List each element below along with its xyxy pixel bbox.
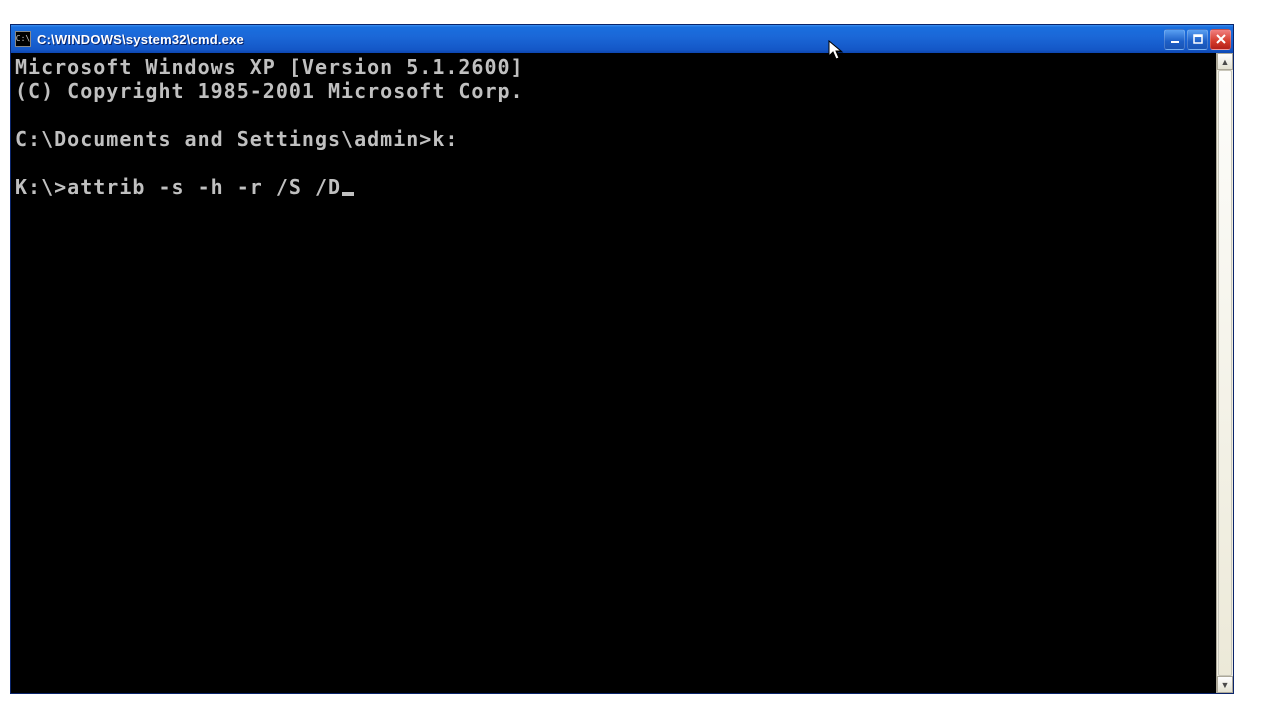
cmd-icon: C:\ [15, 31, 31, 47]
terminal-line: C:\Documents and Settings\admin>k: [15, 127, 1212, 151]
maximize-icon [1192, 33, 1204, 45]
close-button[interactable] [1210, 29, 1231, 50]
scroll-down-button[interactable]: ▼ [1217, 676, 1233, 693]
minimize-button[interactable] [1164, 29, 1185, 50]
minimize-icon [1169, 33, 1181, 45]
terminal-line: K:\>attrib -s -h -r /S /D [15, 175, 1212, 199]
client-area: Microsoft Windows XP [Version 5.1.2600](… [11, 53, 1233, 693]
window-title: C:\WINDOWS\system32\cmd.exe [37, 32, 1164, 47]
terminal-line: Microsoft Windows XP [Version 5.1.2600] [15, 55, 1212, 79]
maximize-button[interactable] [1187, 29, 1208, 50]
terminal-line [15, 103, 1212, 127]
scroll-up-button[interactable]: ▲ [1217, 53, 1233, 70]
terminal-line [15, 151, 1212, 175]
terminal-line: (C) Copyright 1985-2001 Microsoft Corp. [15, 79, 1212, 103]
vertical-scrollbar[interactable]: ▲ ▼ [1216, 53, 1233, 693]
cmd-window: C:\ C:\WINDOWS\system32\cmd.exe Mic [10, 24, 1234, 694]
window-controls [1164, 29, 1231, 50]
terminal-output[interactable]: Microsoft Windows XP [Version 5.1.2600](… [11, 53, 1216, 693]
text-cursor [342, 192, 354, 196]
scroll-thumb[interactable] [1218, 70, 1232, 676]
close-icon [1215, 33, 1227, 45]
titlebar[interactable]: C:\ C:\WINDOWS\system32\cmd.exe [11, 25, 1233, 53]
scroll-track[interactable] [1217, 70, 1233, 676]
